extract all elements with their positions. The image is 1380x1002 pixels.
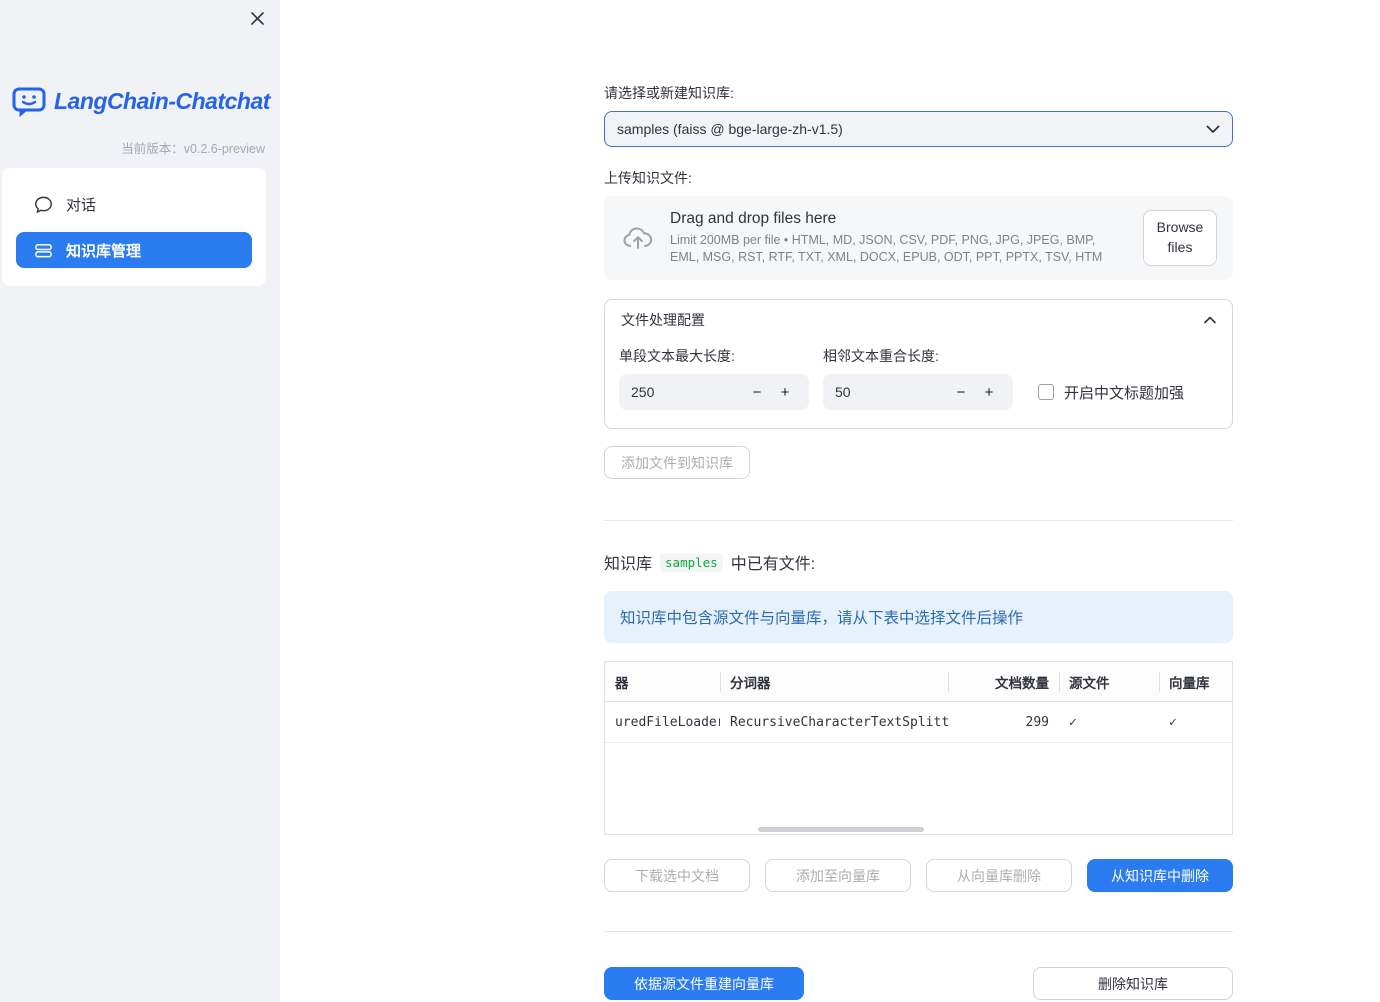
delete-kb-button[interactable]: 删除知识库 [1033, 967, 1233, 1000]
cell-loader: uredFileLoader [615, 714, 720, 730]
dropzone-instructions: Drag and drop files here Limit 200MB per… [670, 210, 1127, 266]
delete-from-vector-store-button[interactable]: 从向量库删除 [926, 859, 1072, 892]
sidebar-item-dialogue[interactable]: 对话 [16, 187, 252, 221]
expander-body: 单段文本最大长度: 相邻文本重合长度: 250 − + 50 − + 开启中文标… [605, 338, 1232, 428]
overlap-value: 50 [835, 384, 851, 400]
version-text: 当前版本：v0.2.6-preview [121, 142, 265, 156]
close-sidebar-button[interactable] [247, 8, 267, 28]
col-header-loader: 器 [615, 675, 629, 691]
expander-title: 文件处理配置 [621, 312, 705, 328]
overlap-label: 相邻文本重合长度: [823, 348, 939, 364]
col-header-vector-store: 向量库 [1159, 662, 1232, 701]
sidebar-item-label: 知识库管理 [66, 242, 142, 260]
checkbox-label: 开启中文标题加强 [1064, 384, 1185, 402]
chevron-up-icon [1204, 316, 1216, 324]
file-config-expander: 文件处理配置 单段文本最大长度: 相邻文本重合长度: 250 − + 50 − … [604, 299, 1233, 429]
cloud-upload-icon [622, 225, 654, 251]
chat-bubble-icon [34, 195, 53, 214]
add-files-to-kb-button[interactable]: 添加文件到知识库 [604, 446, 750, 479]
divider [604, 520, 1233, 521]
kb-name-code: samples [660, 552, 723, 572]
chevron-down-icon [1206, 125, 1220, 134]
main-content: 请选择或新建知识库: samples (faiss @ bge-large-zh… [604, 0, 1233, 1000]
kb-select[interactable]: samples (faiss @ bge-large-zh-v1.5) [604, 111, 1233, 147]
chunk-size-label: 单段文本最大长度: [619, 348, 735, 364]
col-header-source-file: 源文件 [1059, 662, 1159, 701]
dropzone-title: Drag and drop files here [670, 210, 837, 228]
info-banner: 知识库中包含源文件与向量库，请从下表中选择文件后操作 [604, 591, 1233, 643]
divider [604, 931, 1233, 932]
kb-select-label: 请选择或新建知识库: [604, 85, 734, 101]
sidebar: LangChain-Chatchat 当前版本：v0.2.6-preview 对… [0, 0, 280, 1002]
zh-title-enhance-checkbox[interactable]: 开启中文标题加强 [1038, 382, 1184, 403]
chatchat-logo-icon [12, 86, 46, 117]
cell-source-file-check: ✓ [1069, 714, 1077, 730]
kb-select-value: samples (faiss @ bge-large-zh-v1.5) [617, 121, 843, 137]
app-title: LangChain-Chatchat [54, 88, 270, 114]
kb-bottom-buttons: 依据源文件重建向量库 删除知识库 [604, 967, 1233, 1000]
cell-splitter: RecursiveCharacterTextSplitter [730, 714, 948, 730]
chunk-size-increment-button[interactable]: + [771, 384, 799, 401]
upload-label: 上传知识文件: [604, 170, 692, 186]
browse-files-button[interactable]: Browse files [1143, 210, 1217, 266]
dropzone-limit-text: Limit 200MB per file • HTML, MD, JSON, C… [670, 233, 1103, 264]
sidebar-item-knowledge-base[interactable]: 知识库管理 [16, 232, 252, 268]
kb-files-heading: 知识库 samples 中已有文件: [604, 552, 816, 573]
col-header-splitter: 分词器 [720, 662, 948, 701]
download-selected-button[interactable]: 下载选中文档 [604, 859, 750, 892]
chunk-size-decrement-button[interactable]: − [743, 384, 771, 401]
overlap-input[interactable]: 50 − + [823, 374, 1013, 410]
chunk-size-value: 250 [631, 384, 655, 400]
overlap-decrement-button[interactable]: − [947, 384, 975, 401]
stack-icon [34, 241, 53, 260]
table-row[interactable]: uredFileLoader RecursiveCharacterTextSpl… [605, 702, 1232, 743]
cell-doc-count: 299 [1025, 714, 1049, 730]
sidebar-item-label: 对话 [66, 196, 97, 214]
overlap-increment-button[interactable]: + [975, 384, 1003, 401]
table-header-row: 器 分词器 文档数量 源文件 向量库 [605, 662, 1232, 702]
horizontal-scrollbar[interactable] [758, 827, 924, 832]
app-logo: LangChain-Chatchat [12, 86, 270, 117]
file-dropzone[interactable]: Drag and drop files here Limit 200MB per… [604, 196, 1233, 280]
cell-vector-store-check: ✓ [1169, 714, 1177, 730]
rebuild-vector-store-button[interactable]: 依据源文件重建向量库 [604, 967, 804, 1000]
checkbox-icon [1038, 384, 1054, 400]
delete-from-kb-button[interactable]: 从知识库中删除 [1087, 859, 1233, 892]
kb-files-table[interactable]: 器 分词器 文档数量 源文件 向量库 uredFileLoader Recurs… [604, 661, 1233, 835]
add-to-vector-store-button[interactable]: 添加至向量库 [765, 859, 911, 892]
col-header-doc-count: 文档数量 [948, 662, 1059, 701]
chunk-size-input[interactable]: 250 − + [619, 374, 809, 410]
sidebar-menu: 对话 知识库管理 [2, 168, 266, 286]
file-action-buttons: 下载选中文档 添加至向量库 从向量库删除 从知识库中删除 [604, 859, 1233, 892]
expander-header[interactable]: 文件处理配置 [605, 300, 1232, 338]
close-icon [250, 11, 265, 26]
